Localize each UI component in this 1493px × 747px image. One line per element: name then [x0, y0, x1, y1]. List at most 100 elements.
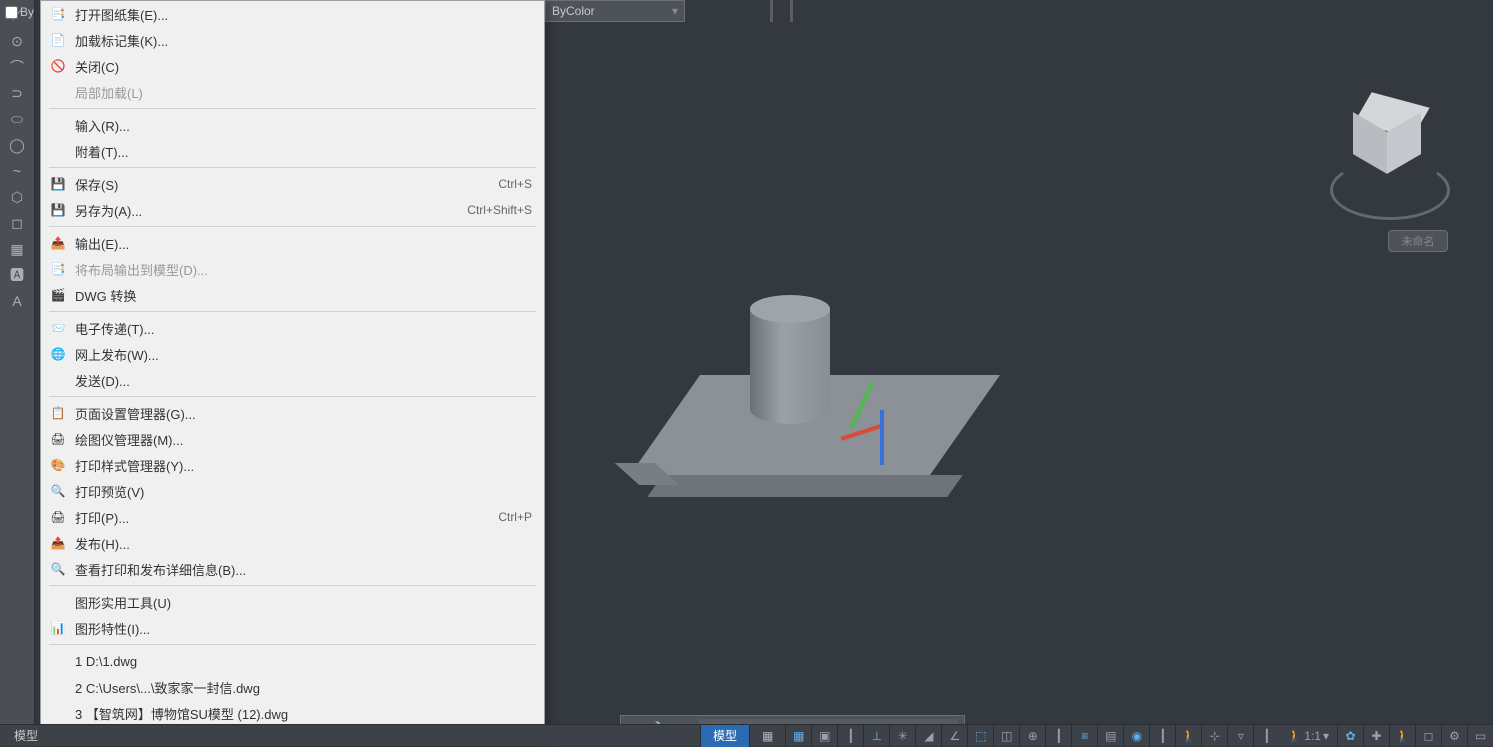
status-trans-icon[interactable]: ▤ — [1097, 725, 1123, 747]
menu-item-icon: 🌐 — [49, 345, 67, 363]
menu-item-8[interactable]: 💾保存(S)Ctrl+S — [41, 171, 544, 197]
status-gear-icon[interactable]: ✿ — [1337, 725, 1363, 747]
menu-item-1[interactable]: 📄 加载标记集(K)... — [41, 27, 544, 53]
status-snap-icon[interactable]: ▣ — [811, 725, 837, 747]
tool-rect-icon[interactable]: ◻ — [7, 213, 27, 233]
tool-hatch-icon[interactable]: ▦ — [7, 239, 27, 259]
menu-item-icon: 📤 — [49, 534, 67, 552]
status-grid2-icon[interactable]: ▦ — [785, 725, 811, 747]
menu-item-icon: 🚫 — [49, 57, 67, 75]
menu-item-11[interactable]: 📤输出(E)... — [41, 230, 544, 256]
menu-item-label: 发布(H)... — [75, 534, 532, 553]
menu-item-label: 页面设置管理器(G)... — [75, 404, 532, 423]
bycolor-dropdown[interactable]: ByColor — [545, 0, 685, 22]
menu-item-shortcut: Ctrl+S — [498, 177, 532, 191]
menu-item-15[interactable]: 📨电子传递(T)... — [41, 315, 544, 341]
status-scale[interactable]: 🚶1:1▾ — [1279, 725, 1337, 747]
status-polar-icon[interactable]: ✳ — [889, 725, 915, 747]
viewcube-label[interactable]: 未命名 — [1388, 230, 1448, 252]
menu-item-6[interactable]: 附着(T)... — [41, 138, 544, 164]
status-filter-icon[interactable]: ▿ — [1227, 725, 1253, 747]
menu-item-19[interactable]: 📋页面设置管理器(G)... — [41, 400, 544, 426]
menu-item-17[interactable]: 发送(D)... — [41, 367, 544, 393]
menu-item-13[interactable]: 🎬DWG 转换 — [41, 282, 544, 308]
menu-item-2[interactable]: 🚫 关闭(C) — [41, 53, 544, 79]
tool-spline-icon[interactable]: ~ — [7, 161, 27, 181]
status-grid-icon[interactable]: ▦ — [749, 725, 785, 747]
status-lock-icon[interactable]: ⬚ — [967, 725, 993, 747]
status-cycle-icon[interactable]: ◉ — [1123, 725, 1149, 747]
menu-item-icon: 📊 — [49, 619, 67, 637]
menu-item-icon: 💾 — [49, 201, 67, 219]
file-menu: 📑打开图纸集(E)... 📄 加载标记集(K)... 🚫 关闭(C) 局部加载(L) 输入(… — [40, 0, 545, 740]
menu-item-icon — [49, 593, 67, 611]
menu-item-icon — [49, 142, 67, 160]
tool-mtext-icon[interactable]: A — [7, 291, 27, 311]
menu-item-20[interactable]: 🖨绘图仪管理器(M)... — [41, 426, 544, 452]
tool-polygon-icon[interactable]: ⬡ — [7, 187, 27, 207]
menu-item-label: 保存(S) — [75, 175, 498, 194]
menu-item-label: 打印(P)... — [75, 508, 498, 527]
menu-item-9[interactable]: 💾 另存为(A)...Ctrl+Shift+S — [41, 197, 544, 223]
status-lw-icon[interactable]: ≡ — [1071, 725, 1097, 747]
menu-item-label: 加载标记集(K)... — [75, 31, 532, 50]
menu-item-icon: 📄 — [49, 31, 67, 49]
status-ann-icon[interactable]: ◻ — [1415, 725, 1441, 747]
status-ws-icon[interactable]: ⚙ — [1441, 725, 1467, 747]
menu-item-22[interactable]: 🔍打印预览(V) — [41, 478, 544, 504]
axis-x-icon — [840, 423, 884, 441]
tab-model[interactable]: 模型 — [700, 725, 749, 747]
menu-item-label: 打印样式管理器(Y)... — [75, 456, 532, 475]
menu-item-30[interactable]: 1 D:\1.dwg — [41, 648, 544, 674]
menu-item-31[interactable]: 2 C:\Users\...\致家家一封信.dwg — [41, 674, 544, 700]
menu-item-icon — [49, 116, 67, 134]
menu-item-icon: 📑 — [49, 5, 67, 23]
menu-item-label: 3 【智筑网】博物馆SU模型 (12).dwg — [75, 704, 532, 723]
menu-item-27[interactable]: 图形实用工具(U) — [41, 589, 544, 615]
scale-person-icon: 🚶 — [1287, 729, 1302, 743]
status-man2-icon[interactable]: 🚶 — [1389, 725, 1415, 747]
status-osnap-icon[interactable]: ∠ — [941, 725, 967, 747]
menu-item-24[interactable]: 📤 发布(H)... — [41, 530, 544, 556]
status-max-icon[interactable]: ▭ — [1467, 725, 1493, 747]
tool-text-icon[interactable]: 🅰 — [7, 265, 27, 285]
menu-item-label: 另存为(A)... — [75, 201, 467, 220]
status-gizmo-icon[interactable]: ⊹ — [1201, 725, 1227, 747]
status-sep2-icon: ┃ — [1045, 725, 1071, 747]
menu-item-23[interactable]: 🖨打印(P)...Ctrl+P — [41, 504, 544, 530]
tool-arc2-icon[interactable]: ⊃ — [7, 83, 27, 103]
menu-item-12: 📑将布局输出到模型(D)... — [41, 256, 544, 282]
menu-item-icon: 🖨 — [49, 430, 67, 448]
menu-item-shortcut: Ctrl+Shift+S — [467, 203, 532, 217]
menu-item-3: 局部加载(L) — [41, 79, 544, 105]
menu-item-25[interactable]: 🔍查看打印和发布详细信息(B)... — [41, 556, 544, 582]
menu-item-label: 查看打印和发布详细信息(B)... — [75, 560, 532, 579]
status-iso-icon[interactable]: ◢ — [915, 725, 941, 747]
status-ortho-icon[interactable]: ⊥ — [863, 725, 889, 747]
tool-ring-icon[interactable]: ◯ — [7, 135, 27, 155]
viewcube[interactable] — [1328, 95, 1453, 220]
viewcube-ring-icon[interactable] — [1330, 160, 1450, 220]
tool-ellipse-icon[interactable]: ⬭ — [7, 109, 27, 129]
menu-item-icon — [49, 678, 67, 696]
status-dyn-icon[interactable]: ⊕ — [1019, 725, 1045, 747]
menu-item-28[interactable]: 📊图形特性(I)... — [41, 615, 544, 641]
menu-item-32[interactable]: 3 【智筑网】博物馆SU模型 (12).dwg — [41, 700, 544, 726]
status-left-label: 模型 — [0, 727, 52, 744]
menu-item-16[interactable]: 🌐网上发布(W)... — [41, 341, 544, 367]
menu-item-icon: 📑 — [49, 260, 67, 278]
menu-item-0[interactable]: 📑打开图纸集(E)... — [41, 1, 544, 27]
status-plus-icon[interactable]: ✚ — [1363, 725, 1389, 747]
menu-separator — [49, 396, 536, 397]
tool-circle-icon[interactable]: ⊙ — [7, 31, 27, 51]
menu-item-21[interactable]: 🎨打印样式管理器(Y)... — [41, 452, 544, 478]
menu-item-label: 关闭(C) — [75, 57, 532, 76]
menu-item-label: 输入(R)... — [75, 116, 532, 135]
by-layer-checkbox[interactable]: By — [5, 5, 34, 19]
tool-arc-icon[interactable]: ⌒ — [7, 57, 27, 77]
menu-item-label: 图形实用工具(U) — [75, 593, 532, 612]
scale-dropdown-icon: ▾ — [1323, 729, 1329, 743]
status-man-icon[interactable]: 🚶 — [1175, 725, 1201, 747]
menu-item-5[interactable]: 输入(R)... — [41, 112, 544, 138]
status-3dosnap-icon[interactable]: ◫ — [993, 725, 1019, 747]
